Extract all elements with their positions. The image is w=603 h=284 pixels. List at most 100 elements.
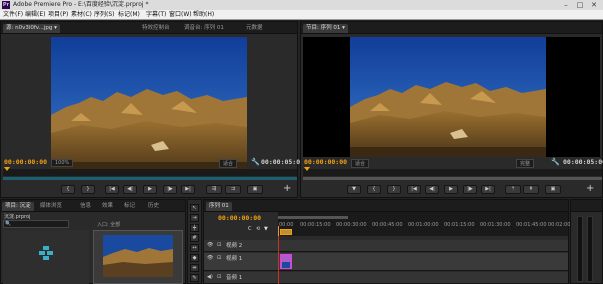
tab-metadata[interactable]: 元数据 — [243, 24, 266, 33]
video-clip[interactable] — [280, 254, 292, 269]
slip-tool-icon[interactable]: ⇹ — [190, 264, 199, 272]
add-marker-icon[interactable]: ▼ — [264, 226, 268, 232]
export-frame-icon[interactable]: ▣ — [545, 185, 561, 194]
rate-stretch-tool-icon[interactable]: ↔ — [190, 244, 199, 252]
timeline-timecode[interactable]: 00:00:00:00 — [218, 214, 261, 222]
ruler-label: 00:00:30:00 — [336, 222, 367, 228]
program-timecode-duration: 00:00:05:00 — [563, 158, 603, 166]
tab-media-browser[interactable]: 媒体浏览 — [37, 202, 65, 211]
add-button-icon[interactable]: + — [283, 183, 291, 194]
menu-clip[interactable]: 素材(C) — [71, 11, 92, 19]
menu-window[interactable]: 窗口(W) — [169, 11, 192, 19]
mark-out-button[interactable]: } — [81, 185, 95, 194]
work-area-bar[interactable] — [278, 216, 348, 219]
program-zoom-select[interactable]: 适合 — [351, 159, 370, 168]
link-icon[interactable]: ⟲ — [256, 226, 260, 232]
ruler-label: 00:00 — [279, 222, 294, 228]
extract-icon[interactable]: ⇞ — [523, 185, 539, 194]
track-video-1[interactable]: 👁 ⊡ 视频 1 — [204, 253, 568, 271]
timeline-ruler[interactable]: 00:00 00:00:15:00 00:00:30:00 00:00:45:0… — [278, 212, 579, 236]
play-icon[interactable]: ▶ — [143, 185, 157, 194]
maximize-button[interactable]: □ — [574, 1, 586, 9]
minimize-button[interactable]: – — [560, 1, 572, 9]
go-to-out-icon[interactable]: ▶| — [481, 185, 495, 194]
close-button[interactable]: ✕ — [588, 1, 600, 9]
source-timecode-current[interactable]: 00:00:00:00 — [4, 158, 47, 166]
tab-history[interactable]: 历史 — [145, 202, 162, 211]
go-to-in-icon[interactable]: |◀ — [105, 185, 119, 194]
playhead-marker[interactable] — [280, 229, 292, 235]
tab-info[interactable]: 信息 — [77, 202, 94, 211]
audio-meter-left — [577, 216, 583, 282]
step-forward-icon[interactable]: |▶ — [463, 185, 477, 194]
track-select-tool-icon[interactable]: ⇥ — [190, 214, 199, 222]
search-input[interactable]: 🔍 — [3, 220, 69, 228]
insert-icon[interactable]: ⇶ — [206, 185, 222, 194]
program-fit-select[interactable]: 完整 — [516, 159, 535, 168]
tab-effect-controls[interactable]: 特效控制台 — [139, 24, 173, 33]
source-fit-select[interactable]: 适合 — [219, 159, 238, 168]
track-audio-1[interactable]: ◀) ⊡ 音频 1 — [204, 272, 568, 284]
program-time-ruler[interactable] — [303, 167, 602, 176]
lock-icon[interactable]: ⊡ — [217, 242, 221, 248]
in-filter-select[interactable]: 入口: 全部 — [97, 221, 120, 228]
tab-source[interactable]: 源: n0v3i0fv...jpg ▾ — [3, 24, 60, 33]
source-time-ruler[interactable] — [3, 167, 297, 176]
ripple-edit-tool-icon[interactable]: ┿ — [190, 224, 199, 232]
menu-help[interactable]: 帮助(H) — [193, 11, 214, 19]
go-to-out-icon[interactable]: ▶| — [181, 185, 195, 194]
source-work-area-bar[interactable] — [3, 177, 297, 180]
speaker-icon[interactable]: ◀) — [207, 274, 213, 280]
program-timecode-current[interactable]: 00:00:00:00 — [304, 158, 347, 166]
mark-out-button[interactable]: } — [387, 185, 401, 194]
project-clip-thumbnail[interactable] — [93, 230, 183, 284]
snap-icon[interactable]: C — [248, 226, 252, 232]
tab-markers[interactable]: 标记 — [121, 202, 138, 211]
timeline-panel: 序列 01 00:00:00:00 C ⟲ ▼ 00:00 00:00:15:0… — [203, 199, 579, 284]
go-to-in-icon[interactable]: |◀ — [407, 185, 421, 194]
export-frame-icon[interactable]: ▣ — [247, 185, 263, 194]
lock-icon[interactable]: ⊡ — [217, 274, 221, 280]
tab-effects[interactable]: 效果 — [99, 202, 116, 211]
eye-icon[interactable]: 👁 — [207, 255, 213, 261]
ruler-label: 00:01:00:00 — [408, 222, 439, 228]
overwrite-icon[interactable]: ⇉ — [225, 185, 241, 194]
wrench-icon[interactable]: 🔧 — [251, 158, 260, 166]
tab-sequence-01[interactable]: 序列 01 — [206, 202, 232, 211]
mark-in-button[interactable]: { — [367, 185, 381, 194]
step-back-icon[interactable]: ◀| — [123, 185, 137, 194]
step-back-icon[interactable]: ◀| — [425, 185, 439, 194]
rolling-edit-tool-icon[interactable]: # — [190, 234, 199, 242]
pen-tool-icon[interactable]: ✎ — [190, 274, 199, 282]
selection-tool-icon[interactable]: ↖ — [190, 204, 199, 212]
menu-marker[interactable]: 标记(M) — [118, 11, 140, 19]
tab-audio-mixer[interactable]: 调音台: 序列 01 — [181, 24, 227, 33]
menu-file[interactable]: 文件(F) — [3, 11, 23, 19]
source-monitor-viewer[interactable] — [51, 37, 247, 174]
step-forward-icon[interactable]: |▶ — [163, 185, 177, 194]
lift-icon[interactable]: ⇡ — [505, 185, 521, 194]
marker-icon[interactable]: ▼ — [347, 185, 361, 194]
tab-program[interactable]: 节目: 序列 01 ▾ — [303, 24, 348, 33]
wrench-icon[interactable]: 🔧 — [551, 158, 560, 166]
program-work-area-bar[interactable] — [303, 177, 602, 180]
lock-icon[interactable]: ⊡ — [217, 255, 221, 261]
premiere-logo: Pr — [2, 1, 10, 9]
project-bin-folder[interactable] — [3, 230, 89, 284]
menu-title[interactable]: 字幕(T) — [146, 11, 166, 19]
source-playhead[interactable] — [4, 167, 10, 171]
add-button-icon[interactable]: + — [586, 183, 594, 194]
program-monitor-viewer[interactable] — [303, 37, 600, 157]
mark-in-button[interactable]: { — [61, 185, 75, 194]
source-zoom-select[interactable]: 100% — [51, 159, 74, 167]
eye-icon[interactable]: 👁 — [207, 242, 213, 248]
razor-tool-icon[interactable]: ◆ — [190, 254, 199, 262]
track-video-2[interactable]: 👁 ⊡ 视频 2 — [204, 240, 568, 252]
menu-edit[interactable]: 编辑(E) — [25, 11, 45, 19]
menu-bar: 文件(F) 编辑(E) 项目(P) 素材(C) 序列(S) 标记(M) 字幕(T… — [0, 10, 603, 20]
menu-project[interactable]: 项目(P) — [48, 11, 68, 19]
tab-project[interactable]: 项目: 沉淀 — [2, 202, 34, 211]
program-playhead[interactable] — [304, 167, 310, 171]
play-icon[interactable]: ▶ — [444, 185, 458, 194]
menu-sequence[interactable]: 序列(S) — [94, 11, 115, 19]
